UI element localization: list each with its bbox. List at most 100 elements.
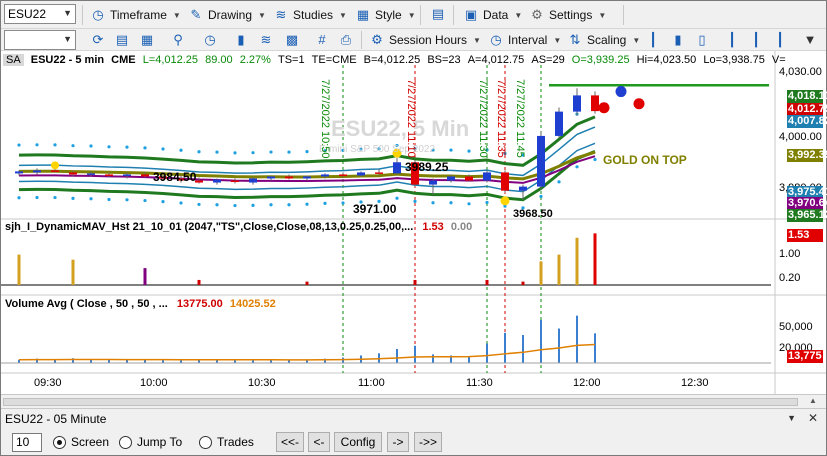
chevron-down-icon: ▼: [473, 35, 481, 45]
indicator1-bar: [413, 279, 417, 285]
scrollbar-track[interactable]: [3, 398, 798, 406]
indicator1-bar: [593, 233, 597, 285]
indicator2-value2: 14025.52: [229, 298, 276, 310]
chart-toolbar: ▼ ⟳ ▤ ▦ ⚲ ◷ ▮ ≋ ▩ # ⎙ ⚙ Session Hours ▼ …: [1, 29, 826, 51]
data-menu[interactable]: ▣ Data ▼: [463, 5, 522, 25]
settings-label: Settings: [549, 8, 593, 22]
lower-dot-marker: [467, 202, 471, 206]
scaling-icon: ⇅: [569, 32, 581, 47]
radio-icon: [199, 435, 212, 449]
chevron-up-icon[interactable]: ▲: [809, 396, 817, 405]
chevron-down-icon[interactable]: ▼: [63, 8, 72, 18]
timeframe-menu[interactable]: ◷ Timeframe ▼: [90, 5, 181, 25]
upper-dot-marker: [233, 151, 237, 155]
upper-dot-marker: [269, 150, 273, 154]
dropdown-icon[interactable]: ▼: [787, 413, 796, 423]
scaling-menu[interactable]: ⇅ Scaling ▼: [567, 30, 641, 50]
symbol-combo[interactable]: ESU22 ▼: [4, 4, 76, 24]
ask-price: A=4,012.75: [467, 54, 525, 66]
vertical-time-label: 7/27/2022 11:10: [405, 79, 417, 158]
grid-icon[interactable]: ▦: [138, 31, 156, 49]
studies-icon: ≋: [275, 7, 287, 22]
histogram-icon[interactable]: ▩: [283, 31, 301, 49]
candle-body: [519, 186, 527, 191]
price-badge: 4,007.82: [787, 115, 827, 128]
prev-button[interactable]: <-: [308, 432, 330, 452]
upper-dot-marker: [107, 145, 111, 149]
candle-style-icon[interactable]: ▮: [669, 31, 687, 49]
first-button[interactable]: <<-: [276, 432, 304, 452]
chart-scrollbar[interactable]: ▲: [1, 394, 826, 408]
radio-jump-to[interactable]: Jump To: [119, 435, 182, 449]
settings-menu[interactable]: ⚙ Settings ▼: [529, 5, 606, 25]
line-style-icon[interactable]: ┃: [771, 31, 789, 49]
session-hours-menu[interactable]: ⚙ Session Hours ▼: [369, 30, 481, 50]
open-price: O=3,939.25: [571, 54, 630, 66]
close-icon[interactable]: ✕: [808, 411, 818, 425]
candle-hollow-icon[interactable]: ▯: [693, 31, 711, 49]
candle-body: [483, 172, 491, 181]
interval-menu[interactable]: ◷ Interval ▼: [488, 30, 561, 50]
lower-dot-marker: [575, 165, 579, 169]
price-axis-tick: 4,000.00: [779, 131, 822, 143]
studies-menu[interactable]: ≋ Studies ▼: [273, 5, 347, 25]
lower-dot-marker: [53, 195, 57, 200]
next-button[interactable]: ->: [387, 432, 409, 452]
chevron-down-icon: ▼: [339, 10, 347, 20]
lower-dot-marker: [107, 197, 111, 202]
gauge-icon[interactable]: ◷: [201, 31, 219, 49]
bars-input[interactable]: 10: [12, 433, 42, 452]
copy-icon[interactable]: ⎙: [337, 31, 355, 49]
lower-dot-marker: [179, 201, 183, 205]
upper-dot-marker: [53, 143, 57, 147]
upper-dot-marker: [179, 148, 183, 152]
price-badge: 3,965.12: [787, 209, 827, 222]
indicator1-value2: 0.00: [450, 221, 473, 233]
studies-label: Studies: [293, 8, 334, 22]
toolbar-divider: [361, 31, 362, 49]
refresh-icon[interactable]: ⟳: [89, 31, 107, 49]
indicator1-tick: 1.00: [779, 248, 801, 260]
candle-body: [375, 172, 383, 174]
style-icon: ▦: [356, 7, 370, 22]
ohlc-icon[interactable]: ┃: [723, 31, 741, 49]
indicator1-bar: [521, 281, 525, 285]
last-price: L=4,012.25: [142, 54, 199, 66]
hash-icon[interactable]: #: [313, 31, 331, 49]
symbol-label: ESU22 - 5 min: [30, 54, 105, 66]
playback-panel-title: ESU22 - 05 Minute: [5, 411, 107, 426]
price-chart[interactable]: SA ESU22 - 5 min CME L=4,012.25 89.00 2.…: [1, 51, 827, 394]
chevron-down-icon[interactable]: ▼: [63, 34, 72, 44]
time-axis-tick: 09:30: [34, 377, 62, 389]
line-chart-icon[interactable]: ≋: [257, 31, 275, 49]
zoom-icon[interactable]: ⚲: [169, 31, 187, 49]
radio-jump-label: Jump To: [137, 435, 183, 449]
candle-body: [249, 178, 257, 183]
chart-icon[interactable]: ▤: [113, 31, 131, 49]
price-label: 3968.50: [513, 208, 553, 220]
chevron-down-icon[interactable]: ▼: [801, 31, 819, 49]
bar-style-icon[interactable]: ┃: [644, 31, 662, 49]
watermark-description: E-mini S&P 500 Sep 2022: [319, 144, 436, 155]
hlc-icon[interactable]: ┃: [747, 31, 765, 49]
style-menu[interactable]: ▦ Style ▼: [355, 5, 416, 25]
indicator2-value: 13775.00: [176, 298, 223, 310]
forecast-dot: [598, 102, 610, 114]
playback-controls: 10 Screen Jump To Trades <<- <- Config -…: [1, 428, 826, 455]
upper-dot-marker: [215, 150, 219, 154]
last-button[interactable]: ->>: [414, 432, 442, 452]
drawing-menu[interactable]: ✎ Drawing ▼: [188, 5, 266, 25]
lower-dot-marker: [323, 201, 327, 206]
radio-trades[interactable]: Trades: [199, 435, 254, 449]
bars-icon[interactable]: ▮: [232, 31, 250, 49]
config-button[interactable]: Config: [334, 432, 382, 452]
price-label: 3984.50: [153, 170, 197, 184]
layout-icon[interactable]: ▤: [429, 5, 447, 23]
candle-body: [393, 162, 401, 174]
lower-dot-marker: [233, 203, 237, 208]
secondary-combo[interactable]: ▼: [4, 30, 76, 50]
symbol-combo-value: ESU22: [8, 7, 47, 21]
sa-label[interactable]: SA: [3, 54, 24, 66]
indicator1-bar: [17, 254, 21, 285]
radio-screen[interactable]: Screen: [53, 435, 109, 449]
